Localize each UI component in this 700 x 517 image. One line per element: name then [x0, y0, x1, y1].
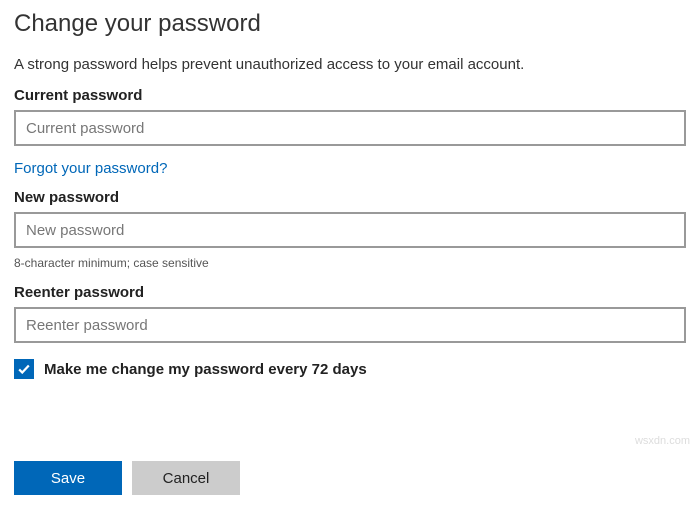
cancel-button[interactable]: Cancel: [132, 461, 240, 495]
reenter-password-block: Reenter password: [14, 284, 686, 343]
page-title: Change your password: [14, 10, 686, 38]
new-password-block: New password: [14, 189, 686, 248]
reenter-password-label: Reenter password: [14, 284, 686, 301]
current-password-input[interactable]: [14, 110, 686, 146]
save-button[interactable]: Save: [14, 461, 122, 495]
reenter-password-input[interactable]: [14, 307, 686, 343]
check-icon: [17, 362, 31, 376]
current-password-block: Current password: [14, 87, 686, 146]
expire-checkbox-row: Make me change my password every 72 days: [14, 359, 686, 379]
new-password-label: New password: [14, 189, 686, 206]
expire-checkbox-label: Make me change my password every 72 days: [44, 361, 367, 378]
new-password-hint: 8-character minimum; case sensitive: [14, 256, 686, 270]
new-password-input[interactable]: [14, 212, 686, 248]
current-password-label: Current password: [14, 87, 686, 104]
forgot-password-link[interactable]: Forgot your password?: [14, 160, 167, 177]
watermark: wsxdn.com: [635, 435, 690, 447]
button-row: Save Cancel: [14, 461, 240, 495]
expire-checkbox[interactable]: [14, 359, 34, 379]
page-description: A strong password helps prevent unauthor…: [14, 56, 686, 73]
